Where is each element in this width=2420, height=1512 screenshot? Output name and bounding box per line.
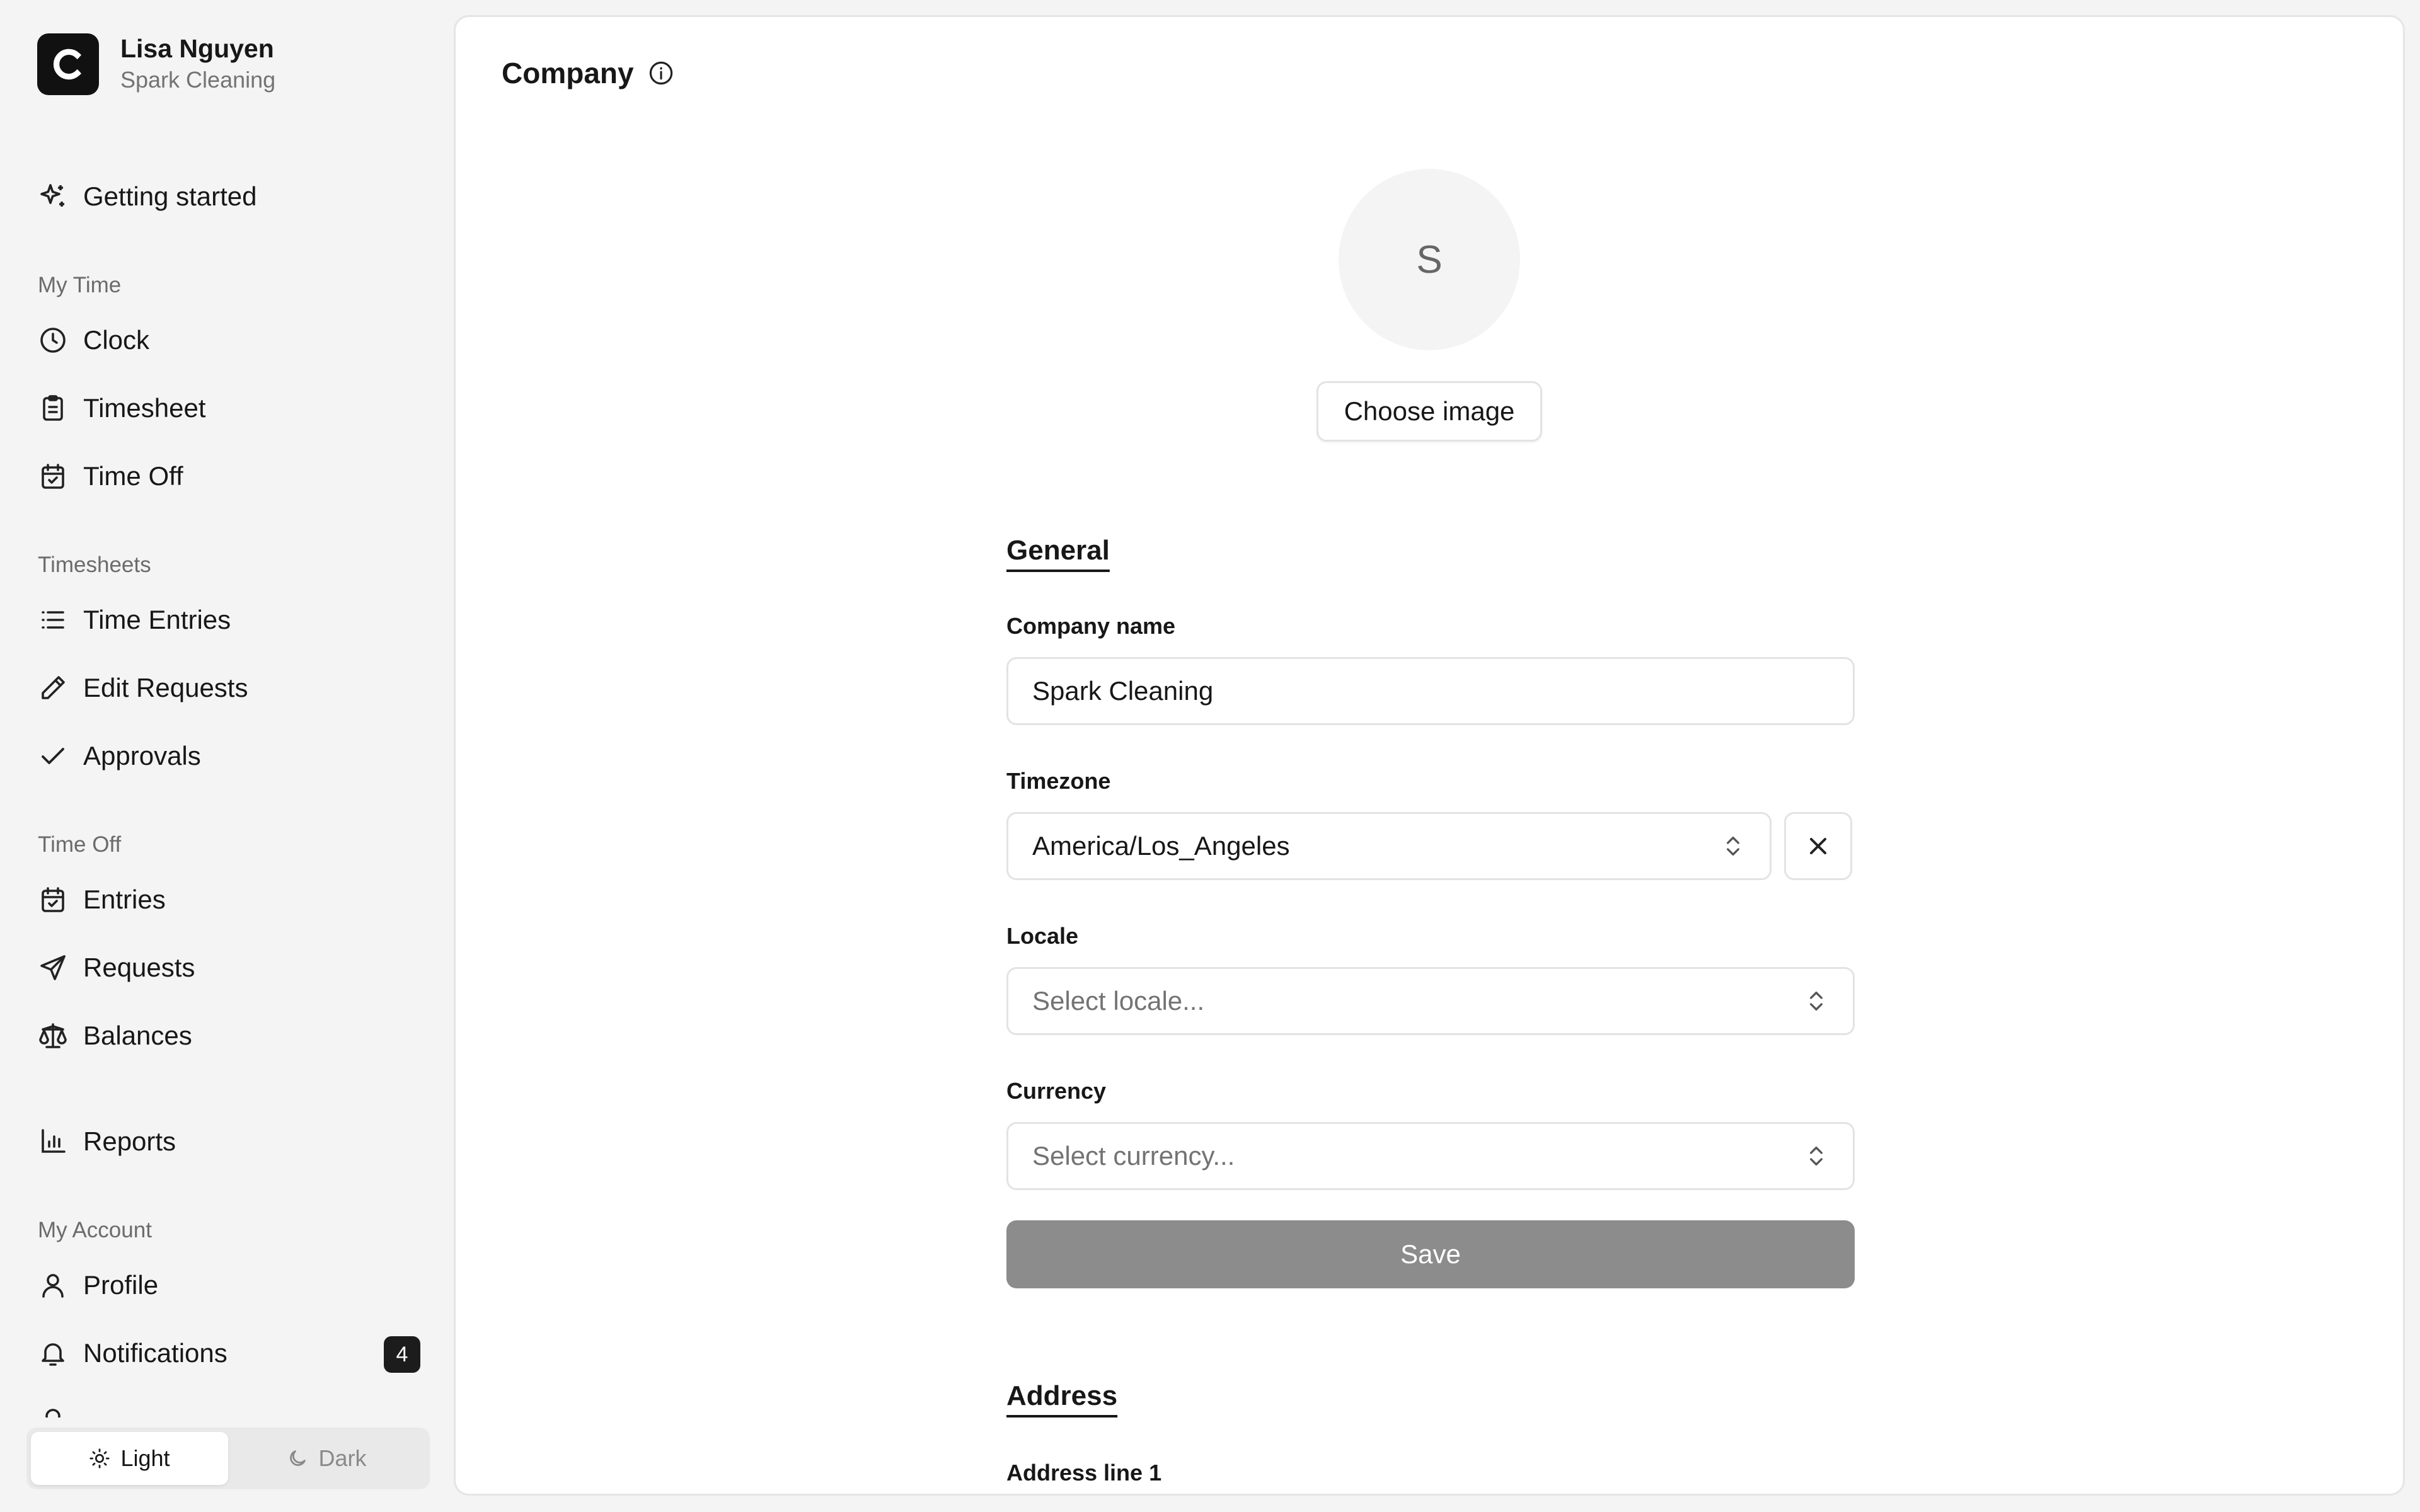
key-icon xyxy=(37,1406,69,1418)
nav-label: Time Entries xyxy=(83,605,231,634)
nav-label: Requests xyxy=(83,953,195,982)
section-label-my-account: My Account xyxy=(38,1218,152,1242)
nav-getting-started[interactable]: Getting started xyxy=(37,168,428,225)
nav-label: Balances xyxy=(83,1021,192,1050)
nav-label: Approvals xyxy=(83,741,201,770)
nav-reports[interactable]: Reports xyxy=(37,1113,428,1170)
user-name: Lisa Nguyen xyxy=(120,34,274,63)
nav-edit-requests[interactable]: Edit Requests xyxy=(37,660,428,716)
sun-icon xyxy=(89,1448,110,1469)
nav-profile[interactable]: Profile xyxy=(37,1257,428,1314)
company-logo xyxy=(37,33,99,95)
check-icon xyxy=(37,740,69,772)
company-name-label: Company name xyxy=(1006,613,1176,639)
nav-notifications[interactable]: Notifications 4 xyxy=(37,1325,428,1382)
sparkles-icon xyxy=(37,181,69,212)
nav-time-off-entries[interactable]: Entries xyxy=(37,871,428,928)
theme-dark-label: Dark xyxy=(318,1445,367,1471)
clipboard-list-icon xyxy=(37,392,69,424)
nav-label: Profile xyxy=(83,1270,159,1300)
nav-item-clipped[interactable] xyxy=(37,1393,428,1418)
currency-select[interactable]: Select currency... xyxy=(1006,1122,1855,1190)
nav-label: Time Off xyxy=(83,461,183,491)
chevrons-up-down-icon xyxy=(1727,837,1739,856)
nav-clock[interactable]: Clock xyxy=(37,312,428,369)
main-panel: Company S Choose image General Company n… xyxy=(454,15,2405,1496)
locale-label: Locale xyxy=(1006,923,1079,949)
user-icon xyxy=(37,1269,69,1301)
calendar-check-icon xyxy=(37,884,69,915)
theme-toggle: Light Dark xyxy=(26,1428,430,1489)
send-icon xyxy=(37,952,69,983)
timezone-value: America/Los_Angeles xyxy=(1032,831,1290,861)
clear-timezone-button[interactable] xyxy=(1784,812,1852,880)
section-label-my-time: My Time xyxy=(38,273,122,297)
page-header: Company xyxy=(502,56,674,90)
moon-icon xyxy=(290,1450,306,1466)
nav-label: Timesheet xyxy=(83,393,206,423)
sidebar-nav: Lisa Nguyen Spark Cleaning Getting start… xyxy=(0,0,454,1418)
currency-placeholder: Select currency... xyxy=(1032,1141,1235,1171)
pencil-icon xyxy=(37,672,69,704)
nav-time-off-requests[interactable]: Requests xyxy=(37,939,428,996)
account-switcher[interactable]: Lisa Nguyen Spark Cleaning xyxy=(37,33,275,96)
close-icon xyxy=(1809,837,1827,855)
nav-label: Edit Requests xyxy=(83,673,248,702)
info-icon[interactable] xyxy=(648,60,674,86)
nav-label: Reports xyxy=(83,1126,176,1156)
bell-icon xyxy=(37,1337,69,1369)
nav-time-off-personal[interactable]: Time Off xyxy=(37,448,428,505)
sidebar: Lisa Nguyen Spark Cleaning Getting start… xyxy=(0,0,454,1512)
notifications-count-badge: 4 xyxy=(384,1336,420,1373)
nav-approvals[interactable]: Approvals xyxy=(37,728,428,784)
locale-select[interactable]: Select locale... xyxy=(1006,967,1855,1035)
nav-label: Getting started xyxy=(83,181,257,211)
theme-light-label: Light xyxy=(120,1445,170,1471)
user-company: Spark Cleaning xyxy=(120,67,276,93)
chevrons-up-down-icon xyxy=(1810,1147,1823,1166)
list-icon xyxy=(37,604,69,636)
nav-label: Clock xyxy=(83,325,150,355)
timezone-label: Timezone xyxy=(1006,768,1111,794)
scale-icon xyxy=(37,1020,69,1051)
timezone-select[interactable]: America/Los_Angeles xyxy=(1006,812,1772,880)
section-label-time-off: Time Off xyxy=(38,832,122,857)
company-form: General Company name Timezone America/Lo… xyxy=(1006,17,1855,1494)
bar-chart-icon xyxy=(37,1126,69,1157)
theme-light-option[interactable]: Light xyxy=(31,1432,228,1485)
theme-dark-option[interactable]: Dark xyxy=(228,1432,425,1485)
page-title: Company xyxy=(502,57,634,89)
calendar-check-icon xyxy=(37,461,69,492)
save-button[interactable]: Save xyxy=(1006,1220,1855,1288)
section-label-timesheets: Timesheets xyxy=(38,553,151,577)
address-line1-label: Address line 1 xyxy=(1006,1460,1162,1486)
nav-time-entries[interactable]: Time Entries xyxy=(37,592,428,648)
nav-label: Notifications xyxy=(83,1338,228,1368)
locale-placeholder: Select locale... xyxy=(1032,986,1205,1016)
nav-time-off-balances[interactable]: Balances xyxy=(37,1007,428,1064)
address-section-heading: Address xyxy=(1006,1380,1118,1411)
clock-icon xyxy=(37,324,69,356)
general-section-heading: General xyxy=(1006,535,1110,566)
chevrons-up-down-icon xyxy=(1810,992,1823,1011)
company-name-input[interactable] xyxy=(1006,657,1855,725)
currency-label: Currency xyxy=(1006,1078,1107,1104)
nav-timesheet[interactable]: Timesheet xyxy=(37,380,428,437)
nav-label: Entries xyxy=(83,885,166,914)
